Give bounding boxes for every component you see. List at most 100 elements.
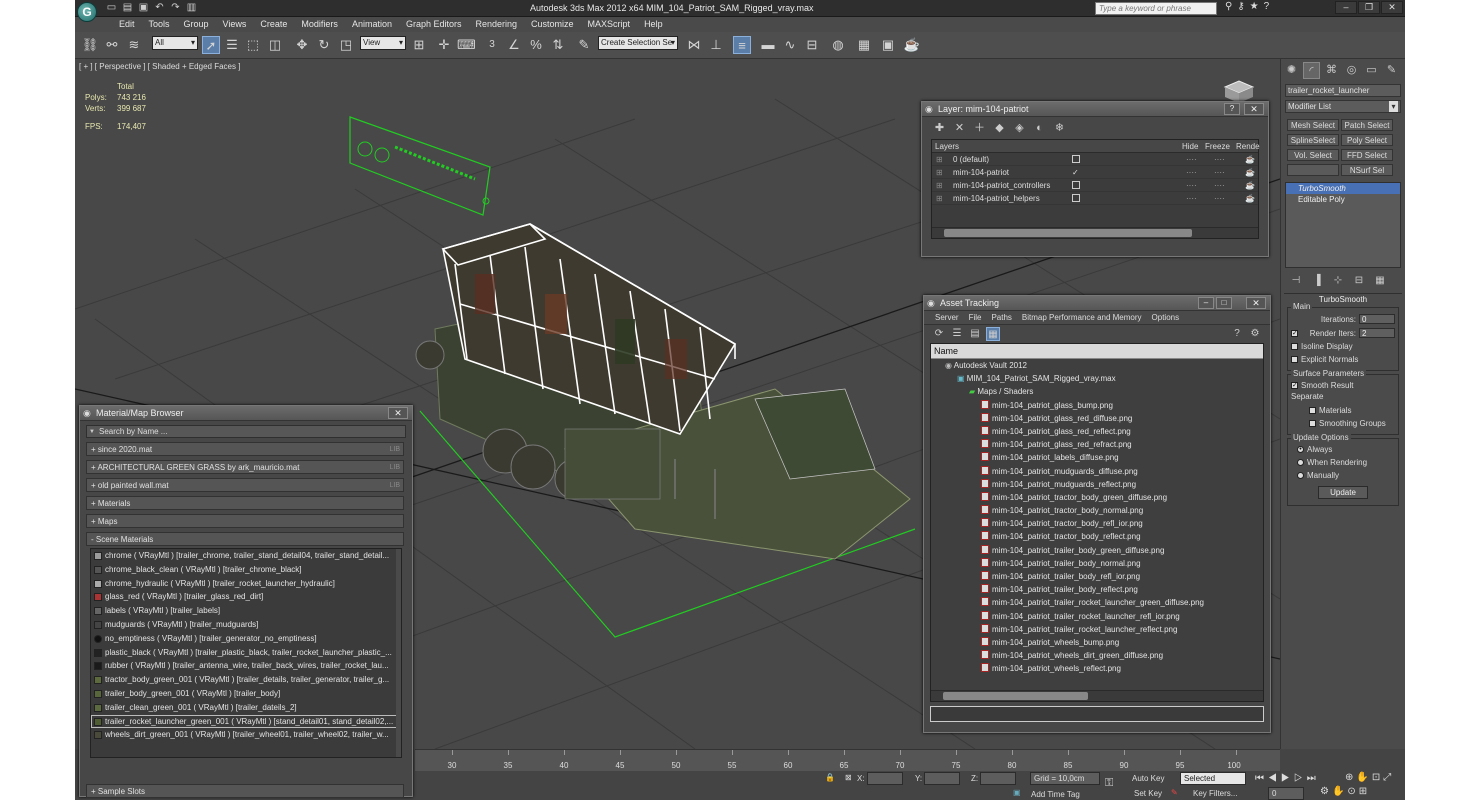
materials-checkbox[interactable]: Materials bbox=[1291, 404, 1395, 417]
viewport-navigation-controls-2[interactable]: ⚙✋⊙⊞ bbox=[1320, 786, 1370, 797]
make-unique-icon[interactable]: ⊹ bbox=[1329, 273, 1347, 288]
select-manipulate-icon[interactable]: ✛ bbox=[435, 36, 453, 54]
asset-menu-bitmap-performance[interactable]: Bitmap Performance and Memory bbox=[1017, 311, 1147, 324]
star-icon[interactable]: ★ bbox=[1250, 1, 1259, 12]
render-iters-spinner[interactable]: 2 bbox=[1359, 328, 1395, 338]
list-item[interactable]: mim-104_patriot_trailer_rocket_launcher_… bbox=[931, 610, 1263, 623]
table-view-icon[interactable]: ▦ bbox=[986, 327, 1000, 341]
update-always-radio[interactable]: • Always bbox=[1291, 443, 1395, 456]
list-item[interactable]: mim-104_patriot_mudguards_diffuse.png bbox=[931, 465, 1263, 478]
render-production-icon[interactable]: ☕ bbox=[903, 36, 921, 54]
close-button[interactable]: ✕ bbox=[1381, 1, 1403, 14]
undo-icon[interactable]: ↶ bbox=[153, 2, 166, 14]
edit-named-selection-icon[interactable]: ✎ bbox=[575, 36, 593, 54]
hierarchy-tab-icon[interactable]: ⌘ bbox=[1323, 62, 1340, 79]
auto-key-button[interactable]: Auto Key bbox=[1132, 774, 1164, 783]
list-item[interactable]: mim-104_patriot_glass_bump.png bbox=[931, 399, 1263, 412]
list-item[interactable]: mim-104_patriot_trailer_rocket_launcher_… bbox=[931, 623, 1263, 636]
unlink-icon[interactable]: ⚯ bbox=[103, 36, 121, 54]
viewport-navigation-controls[interactable]: ⊕✋⊡⤢ bbox=[1345, 772, 1394, 783]
list-item[interactable]: labels ( VRayMtl ) [trailer_labels] bbox=[91, 604, 401, 618]
library-since-2020[interactable]: + since 2020.mat LIB bbox=[86, 442, 404, 456]
col-freeze[interactable]: Freeze bbox=[1205, 140, 1230, 153]
schematic-view-icon[interactable]: ⊟ bbox=[803, 36, 821, 54]
list-item[interactable]: trailer_clean_green_001 ( VRayMtl ) [tra… bbox=[91, 701, 401, 715]
asset-list-header[interactable]: Name bbox=[931, 344, 1263, 359]
col-render[interactable]: Rende bbox=[1236, 140, 1260, 153]
display-tab-icon[interactable]: ▭ bbox=[1363, 62, 1380, 79]
patch-select-button[interactable]: Patch Select bbox=[1341, 119, 1393, 131]
list-item[interactable]: wheels_dirt_green_001 ( VRayMtl ) [trail… bbox=[91, 728, 401, 742]
list-item[interactable]: mim-104_patriot_wheels_bump.png bbox=[931, 636, 1263, 649]
table-row[interactable]: ⊞ mim-104-patriot_controllers ···· ···· ☕ bbox=[932, 179, 1258, 192]
key-mode-icon[interactable]: ⚿ bbox=[1105, 777, 1113, 790]
list-item[interactable]: mim-104_patriot_glass_red_refract.png bbox=[931, 438, 1263, 451]
material-search-input[interactable]: Search by Name ... bbox=[86, 425, 406, 438]
vault-row[interactable]: ◉ Autodesk Vault 2012 bbox=[931, 359, 1263, 372]
list-item[interactable]: tractor_body_green_001 ( VRayMtl ) [trai… bbox=[91, 673, 401, 687]
hide-checkbox[interactable] bbox=[1072, 181, 1080, 189]
binoculars-icon[interactable]: ⚲ bbox=[1225, 1, 1232, 12]
col-hide[interactable]: Hide bbox=[1182, 140, 1198, 153]
list-item[interactable]: mim-104_patriot_tractor_body_normal.png bbox=[931, 504, 1263, 517]
asset-menu-options[interactable]: Options bbox=[1147, 311, 1185, 324]
material-editor-icon[interactable]: ◍ bbox=[829, 36, 847, 54]
refresh-icon[interactable]: ⟳ bbox=[932, 327, 946, 341]
update-button[interactable]: Update bbox=[1318, 486, 1368, 499]
library-old-painted-wall[interactable]: + old painted wall.mat LIB bbox=[86, 478, 404, 492]
list-item[interactable]: chrome_black_clean ( VRayMtl ) [trailer_… bbox=[91, 563, 401, 577]
bind-space-warp-icon[interactable]: ≋ bbox=[125, 36, 143, 54]
list-item[interactable]: no_emptiness ( VRayMtl ) [trailer_genera… bbox=[91, 632, 401, 646]
key-selection-dropdown[interactable]: Selected bbox=[1180, 772, 1246, 785]
pin-stack-icon[interactable]: ⊣ bbox=[1287, 273, 1305, 288]
material-browser-titlebar[interactable]: Material/Map Browser✕ bbox=[80, 406, 412, 421]
list-item[interactable]: mim-104_patriot_trailer_rocket_launcher_… bbox=[931, 596, 1263, 609]
empty-set-button[interactable] bbox=[1287, 164, 1339, 176]
redo-icon[interactable]: ↷ bbox=[169, 2, 182, 14]
update-when-rendering-radio[interactable]: When Rendering bbox=[1291, 456, 1395, 469]
iterations-spinner[interactable]: 0 bbox=[1359, 314, 1395, 324]
explicit-normals-checkbox[interactable]: Explicit Normals bbox=[1291, 353, 1395, 366]
list-view-icon[interactable]: ☰ bbox=[950, 327, 964, 341]
lock-selection-icon[interactable]: 🔒 bbox=[825, 773, 835, 782]
rotate-icon[interactable]: ↻ bbox=[315, 36, 333, 54]
asset-menu-server[interactable]: Server bbox=[930, 311, 964, 324]
category-sample-slots[interactable]: + Sample Slots bbox=[86, 784, 404, 798]
asset-menu-paths[interactable]: Paths bbox=[986, 311, 1016, 324]
spline-select-button[interactable]: SplineSelect bbox=[1287, 134, 1339, 146]
select-by-name-icon[interactable]: ☰ bbox=[223, 36, 241, 54]
viewcube-icon[interactable] bbox=[1223, 80, 1255, 103]
isoline-display-checkbox[interactable]: Isoline Display bbox=[1291, 340, 1395, 353]
time-tag-icon[interactable]: ▣ bbox=[1013, 788, 1021, 797]
asset-settings-icon[interactable]: ⚙ bbox=[1248, 327, 1262, 341]
add-to-layer-icon[interactable]: ＋ bbox=[972, 121, 987, 135]
list-item[interactable]: mim-104_patriot_trailer_body_normal.png bbox=[931, 557, 1263, 570]
list-item[interactable]: mim-104_patriot_tractor_body_reflect.png bbox=[931, 530, 1263, 543]
mesh-select-button[interactable]: Mesh Select bbox=[1287, 119, 1339, 131]
current-frame-field[interactable]: 0 bbox=[1268, 787, 1304, 800]
set-key-icon[interactable]: ✎ bbox=[1171, 788, 1178, 797]
delete-layer-icon[interactable]: ✕ bbox=[952, 121, 967, 135]
menu-group[interactable]: Group bbox=[177, 17, 216, 32]
menu-views[interactable]: Views bbox=[216, 17, 254, 32]
selection-filter-dropdown[interactable]: All bbox=[152, 36, 198, 50]
menu-modifiers[interactable]: Modifiers bbox=[294, 17, 345, 32]
open-file-icon[interactable]: ▤ bbox=[121, 2, 134, 14]
hide-checkbox[interactable]: ✓ bbox=[1072, 166, 1080, 177]
rectangular-selection-icon[interactable]: ⬚ bbox=[244, 36, 262, 54]
menu-animation[interactable]: Animation bbox=[345, 17, 399, 32]
list-item[interactable]: mim-104_patriot_trailer_body_refl_ior.pn… bbox=[931, 570, 1263, 583]
library-architectural-green-grass[interactable]: + ARCHITECTURAL GREEN GRASS by ark_mauri… bbox=[86, 460, 404, 474]
move-icon[interactable]: ✥ bbox=[293, 36, 311, 54]
create-tab-icon[interactable]: ✺ bbox=[1283, 62, 1300, 79]
utilities-tab-icon[interactable]: ✎ bbox=[1383, 62, 1400, 79]
tree-view-icon[interactable]: ▤ bbox=[968, 327, 982, 341]
stack-item-editable-poly[interactable]: Editable Poly bbox=[1286, 194, 1400, 205]
list-item[interactable]: chrome_hydraulic ( VRayMtl ) [trailer_ro… bbox=[91, 577, 401, 591]
highlight-selected-layer-icon[interactable]: ◈ bbox=[1012, 121, 1027, 135]
list-item[interactable]: mim-104_patriot_labels_diffuse.png bbox=[931, 451, 1263, 464]
list-item[interactable]: mim-104_patriot_mudguards_reflect.png bbox=[931, 478, 1263, 491]
maps-folder-row[interactable]: ▰ Maps / Shaders bbox=[931, 385, 1263, 398]
menu-edit[interactable]: Edit bbox=[112, 17, 142, 32]
create-layer-icon[interactable]: ✚ bbox=[932, 121, 947, 135]
